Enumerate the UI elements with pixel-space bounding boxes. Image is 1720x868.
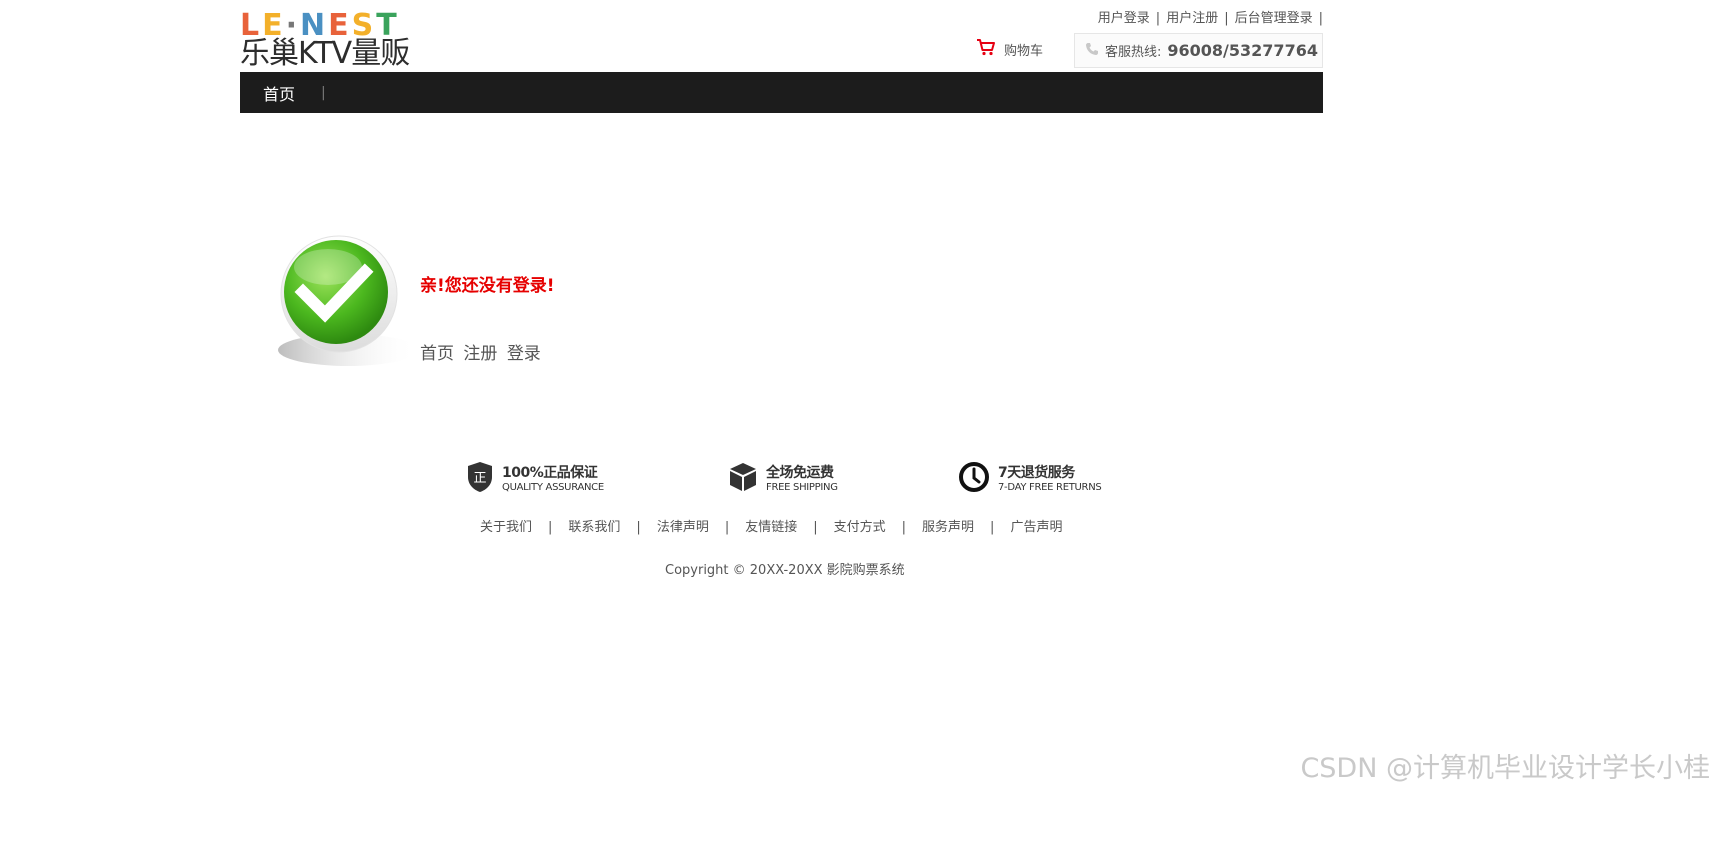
feature-returns: 7天退货服务 7-DAY FREE RETURNS <box>958 461 1102 497</box>
separator: | <box>636 520 641 535</box>
login-required-message: 亲!您还没有登录! <box>420 276 555 296</box>
admin-login-link[interactable]: 后台管理登录 <box>1235 11 1313 26</box>
cart-icon <box>976 38 996 60</box>
separator: | <box>901 520 907 535</box>
footer-link-about[interactable]: 关于我们 <box>480 520 532 535</box>
cart-button[interactable]: 购物车 <box>976 38 1043 60</box>
footer-link-payment[interactable]: 支付方式 <box>834 520 886 535</box>
clock-icon <box>958 461 990 497</box>
hotline-box: 客服热线: 96008/53277764 <box>1074 33 1323 68</box>
copyright: Copyright © 20XX-20XX 影院购票系统 <box>665 563 905 578</box>
footer-link-friends[interactable]: 友情链接 <box>745 520 797 535</box>
separator: | <box>1318 11 1323 26</box>
logo-name: 乐巢KTV量贩 <box>240 36 410 71</box>
feature-title: 7天退货服务 <box>998 464 1075 481</box>
cart-label: 购物车 <box>1004 43 1044 59</box>
service-features: 正 100%正品保证 QUALITY ASSURANCE 全场免运费 FREE … <box>466 461 1126 501</box>
feature-title: 全场免运费 <box>766 464 834 481</box>
separator: | <box>1224 11 1229 26</box>
separator: | <box>724 520 730 535</box>
phone-icon <box>1085 41 1099 60</box>
main-nav: 首页 | <box>240 72 1323 113</box>
footer-link-service[interactable]: 服务声明 <box>922 520 974 535</box>
home-link[interactable]: 首页 <box>420 344 454 364</box>
separator: | <box>1155 11 1161 26</box>
watermark: CSDN @计算机毕业设计学长小桂 <box>1300 753 1710 784</box>
site-logo[interactable]: L E · N E S T 乐巢KTV量贩 <box>240 8 470 72</box>
separator: | <box>990 520 995 535</box>
register-link[interactable]: 注册 <box>463 344 497 364</box>
feature-quality: 正 100%正品保证 QUALITY ASSURANCE <box>466 461 604 497</box>
feature-subtitle: 7-DAY FREE RETURNS <box>998 481 1102 493</box>
user-login-link[interactable]: 用户登录 <box>1098 11 1150 26</box>
user-register-link[interactable]: 用户注册 <box>1166 11 1218 26</box>
feature-title: 100%正品保证 <box>502 464 598 481</box>
separator: | <box>548 520 553 535</box>
separator: | <box>813 520 818 535</box>
feature-subtitle: QUALITY ASSURANCE <box>502 481 604 493</box>
footer-link-ads[interactable]: 广告声明 <box>1010 520 1062 535</box>
checkmark-icon <box>273 232 423 372</box>
hotline-label: 客服热线: <box>1105 45 1162 60</box>
login-link[interactable]: 登录 <box>507 344 541 364</box>
feature-shipping: 全场免运费 FREE SHIPPING <box>728 461 838 497</box>
svg-text:正: 正 <box>473 471 486 486</box>
footer-link-contact[interactable]: 联系我们 <box>568 520 620 535</box>
nav-separator: | <box>321 84 326 101</box>
box-icon <box>728 461 758 497</box>
footer-link-legal[interactable]: 法律声明 <box>657 520 709 535</box>
nav-item-home[interactable]: 首页 <box>263 81 295 105</box>
footer-links: 关于我们 | 联系我们 | 法律声明 | 友情链接 | 支付方式 | 服务声明 | 广告声明 <box>480 516 1062 535</box>
feature-subtitle: FREE SHIPPING <box>766 481 838 493</box>
message-links: 首页 注册 登录 <box>420 339 545 364</box>
top-links: 用户登录 | 用户注册 | 后台管理登录 | <box>1098 7 1323 26</box>
hotline-number: 96008/53277764 <box>1167 41 1318 60</box>
shield-icon: 正 <box>466 461 494 497</box>
